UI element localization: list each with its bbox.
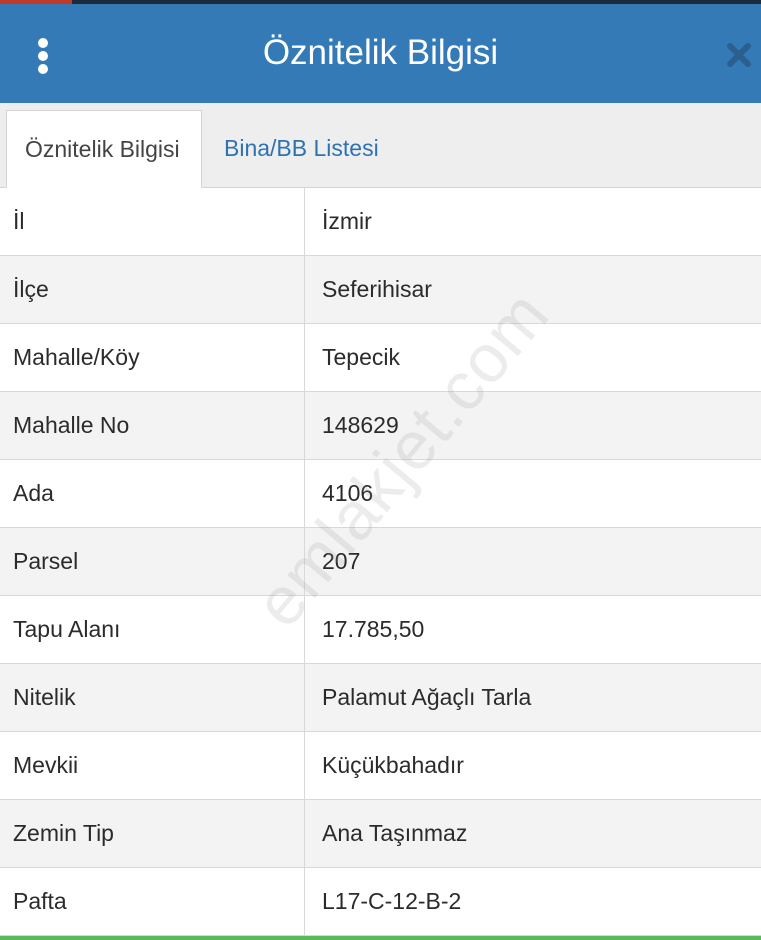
row-value: Küçükbahadır (322, 752, 464, 778)
row-label: Mahalle No (0, 392, 305, 459)
row-label: İlçe (0, 256, 305, 323)
row-label: Pafta (0, 868, 305, 935)
table-row: Pafta L17-C-12-B-2 (0, 868, 761, 936)
table-row: Ada 4106 (0, 460, 761, 528)
dialog-header: Öznitelik Bilgisi (0, 4, 761, 103)
tab-oznitelik-bilgisi[interactable]: Öznitelik Bilgisi (6, 110, 202, 188)
row-value: İzmir (322, 208, 372, 234)
row-value: Ana Taşınmaz (322, 820, 468, 846)
row-label: İl (0, 188, 305, 255)
row-value: L17-C-12-B-2 (322, 888, 462, 914)
row-label: Tapu Alanı (0, 596, 305, 663)
tab-bar: Öznitelik Bilgisi Bina/BB Listesi (0, 103, 761, 188)
row-value: 207 (322, 548, 361, 574)
close-icon[interactable] (722, 38, 756, 72)
row-value: 17.785,50 (322, 616, 425, 642)
row-label: Mahalle/Köy (0, 324, 305, 391)
row-value: Seferihisar (322, 276, 432, 302)
table-row: Parsel 207 (0, 528, 761, 596)
row-value: Tepecik (322, 344, 400, 370)
table-row: Mahalle No 148629 (0, 392, 761, 460)
table-row: Mahalle/Köy Tepecik (0, 324, 761, 392)
row-label: Parsel (0, 528, 305, 595)
tab-bina-bb-listesi[interactable]: Bina/BB Listesi (206, 110, 397, 187)
attribute-table: İl İzmir İlçe Seferihisar Mahalle/Köy Te… (0, 188, 761, 936)
table-row: Nitelik Palamut Ağaçlı Tarla (0, 664, 761, 732)
row-value: Palamut Ağaçlı Tarla (322, 684, 532, 710)
row-label: Ada (0, 460, 305, 527)
table-row: Zemin Tip Ana Taşınmaz (0, 800, 761, 868)
dialog-title: Öznitelik Bilgisi (262, 33, 499, 72)
row-value: 4106 (322, 480, 374, 506)
table-row: Tapu Alanı 17.785,50 (0, 596, 761, 664)
bottom-accent-bar (0, 936, 761, 940)
table-row: İlçe Seferihisar (0, 256, 761, 324)
row-label: Mevkii (0, 732, 305, 799)
table-row: Mevkii Küçükbahadır (0, 732, 761, 800)
row-label: Nitelik (0, 664, 305, 731)
row-value: 148629 (322, 412, 399, 438)
row-label: Zemin Tip (0, 800, 305, 867)
table-row: İl İzmir (0, 188, 761, 256)
